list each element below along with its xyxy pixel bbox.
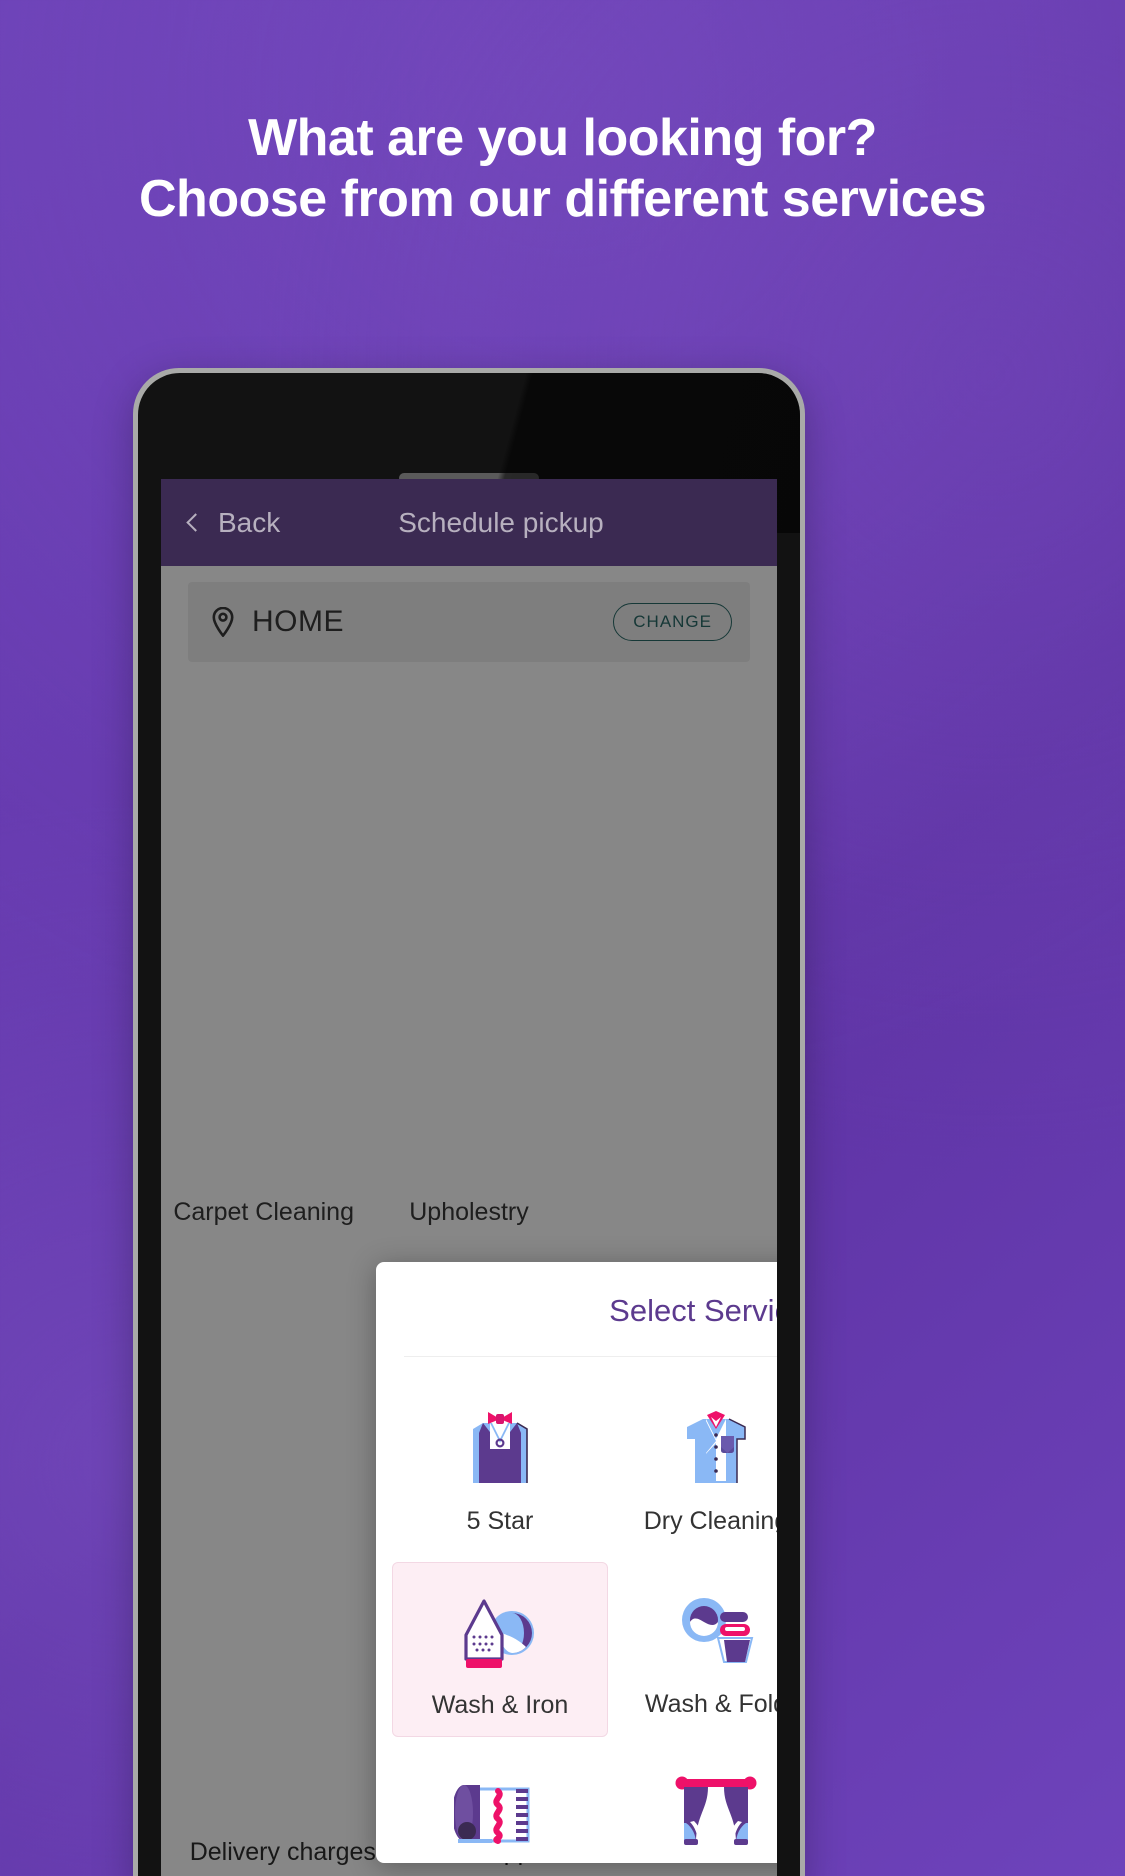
headline-line-1: What are you looking for? — [248, 109, 877, 167]
tuxedo-icon — [457, 1399, 543, 1491]
back-button-label: Back — [218, 506, 281, 538]
service-tile-5-star[interactable]: 5 Star — [392, 1379, 608, 1554]
phone-bezel: Back Schedule pickup HOME CHANGE Carpet … — [138, 373, 800, 1876]
iron-icon — [454, 1583, 546, 1675]
back-button[interactable]: Back — [186, 506, 281, 539]
app-bar-title: Schedule pickup — [398, 506, 604, 538]
select-services-dialog: Select Services — [376, 1262, 777, 1876]
curtains-icon — [670, 1765, 762, 1857]
service-tile-wash-and-fold[interactable]: Wash & Fold — [608, 1562, 777, 1737]
chevron-left-icon — [186, 512, 205, 532]
service-label: Dry Cleaning — [643, 1507, 777, 1535]
app-bar: Back Schedule pickup — [161, 479, 777, 566]
carpet-roll-icon — [454, 1765, 546, 1857]
service-tile-upholestry[interactable]: Upholestry — [608, 1745, 777, 1876]
service-tile-wash-and-iron[interactable]: Wash & Iron — [392, 1562, 608, 1737]
service-grid: 5 Star Dry Cleaning Wash & Iron Wash & F… — [376, 1357, 777, 1876]
service-tile-dry-cleaning[interactable]: Dry Cleaning — [608, 1379, 777, 1554]
service-tile-carpet-cleaning[interactable]: Carpet Cleaning — [392, 1745, 608, 1876]
wash-fold-icon — [670, 1582, 762, 1674]
dialog-title: Select Services — [609, 1293, 777, 1328]
app-screen: Back Schedule pickup HOME CHANGE Carpet … — [161, 479, 777, 1876]
service-label: 5 Star — [466, 1507, 534, 1535]
service-label: Wash & Fold — [644, 1690, 777, 1718]
page-title: What are you looking for? Choose from ou… — [0, 108, 1125, 230]
headline-line-2: Choose from our different services — [139, 170, 987, 228]
service-label: Wash & Iron — [431, 1691, 569, 1719]
phone-mockup: Back Schedule pickup HOME CHANGE Carpet … — [133, 368, 805, 1876]
shirt-icon — [673, 1399, 759, 1491]
